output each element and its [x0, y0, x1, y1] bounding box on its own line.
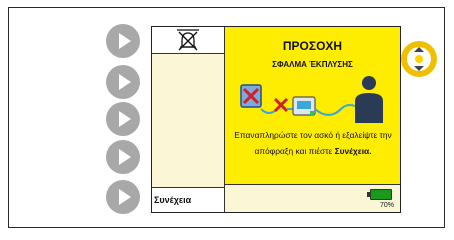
alert-subtitle: ΣΦΑΛΜΑ ΈΚΠΛΥΣΗΣ: [272, 60, 353, 69]
continue-action-text: Συνέχεια.: [334, 146, 372, 156]
continue-softkey[interactable]: Συνέχεια: [152, 187, 224, 212]
bell-muted-icon: [177, 29, 199, 51]
display-screen: Συνέχεια ΠΡΟΣΟΧΗ ΣΦΑΛΜΑ ΈΚΠΛΥΣΗΣ Επαναπλ…: [151, 26, 401, 213]
bag-icon: [240, 84, 262, 108]
pump-icon: [292, 96, 316, 116]
side-button-4[interactable]: [106, 140, 140, 174]
occlusion-x-icon: [273, 97, 289, 113]
battery-icon: [367, 189, 392, 200]
side-button-2[interactable]: [106, 65, 140, 99]
side-button-1[interactable]: [106, 24, 140, 58]
alarm-cell[interactable]: [152, 27, 224, 54]
alert-message: Επαναπληρώστε τον ασκό ή εξαλείψτε την α…: [234, 130, 392, 156]
left-panel: Συνέχεια: [152, 27, 225, 212]
softkey-button[interactable]: [106, 180, 140, 214]
status-bar: 70%: [225, 184, 400, 212]
flush-error-illustration: [240, 76, 383, 123]
alert-panel: ΠΡΟΣΟΧΗ ΣΦΑΛΜΑ ΈΚΠΛΥΣΗΣ Επαναπληρώστε το…: [225, 27, 400, 184]
side-button-3[interactable]: [106, 102, 140, 136]
knob-icon: [414, 47, 424, 71]
control-knob[interactable]: [401, 41, 437, 77]
battery-percent: 70%: [379, 202, 394, 209]
alert-title: ΠΡΟΣΟΧΗ: [282, 39, 343, 53]
patient-icon: [355, 76, 383, 123]
